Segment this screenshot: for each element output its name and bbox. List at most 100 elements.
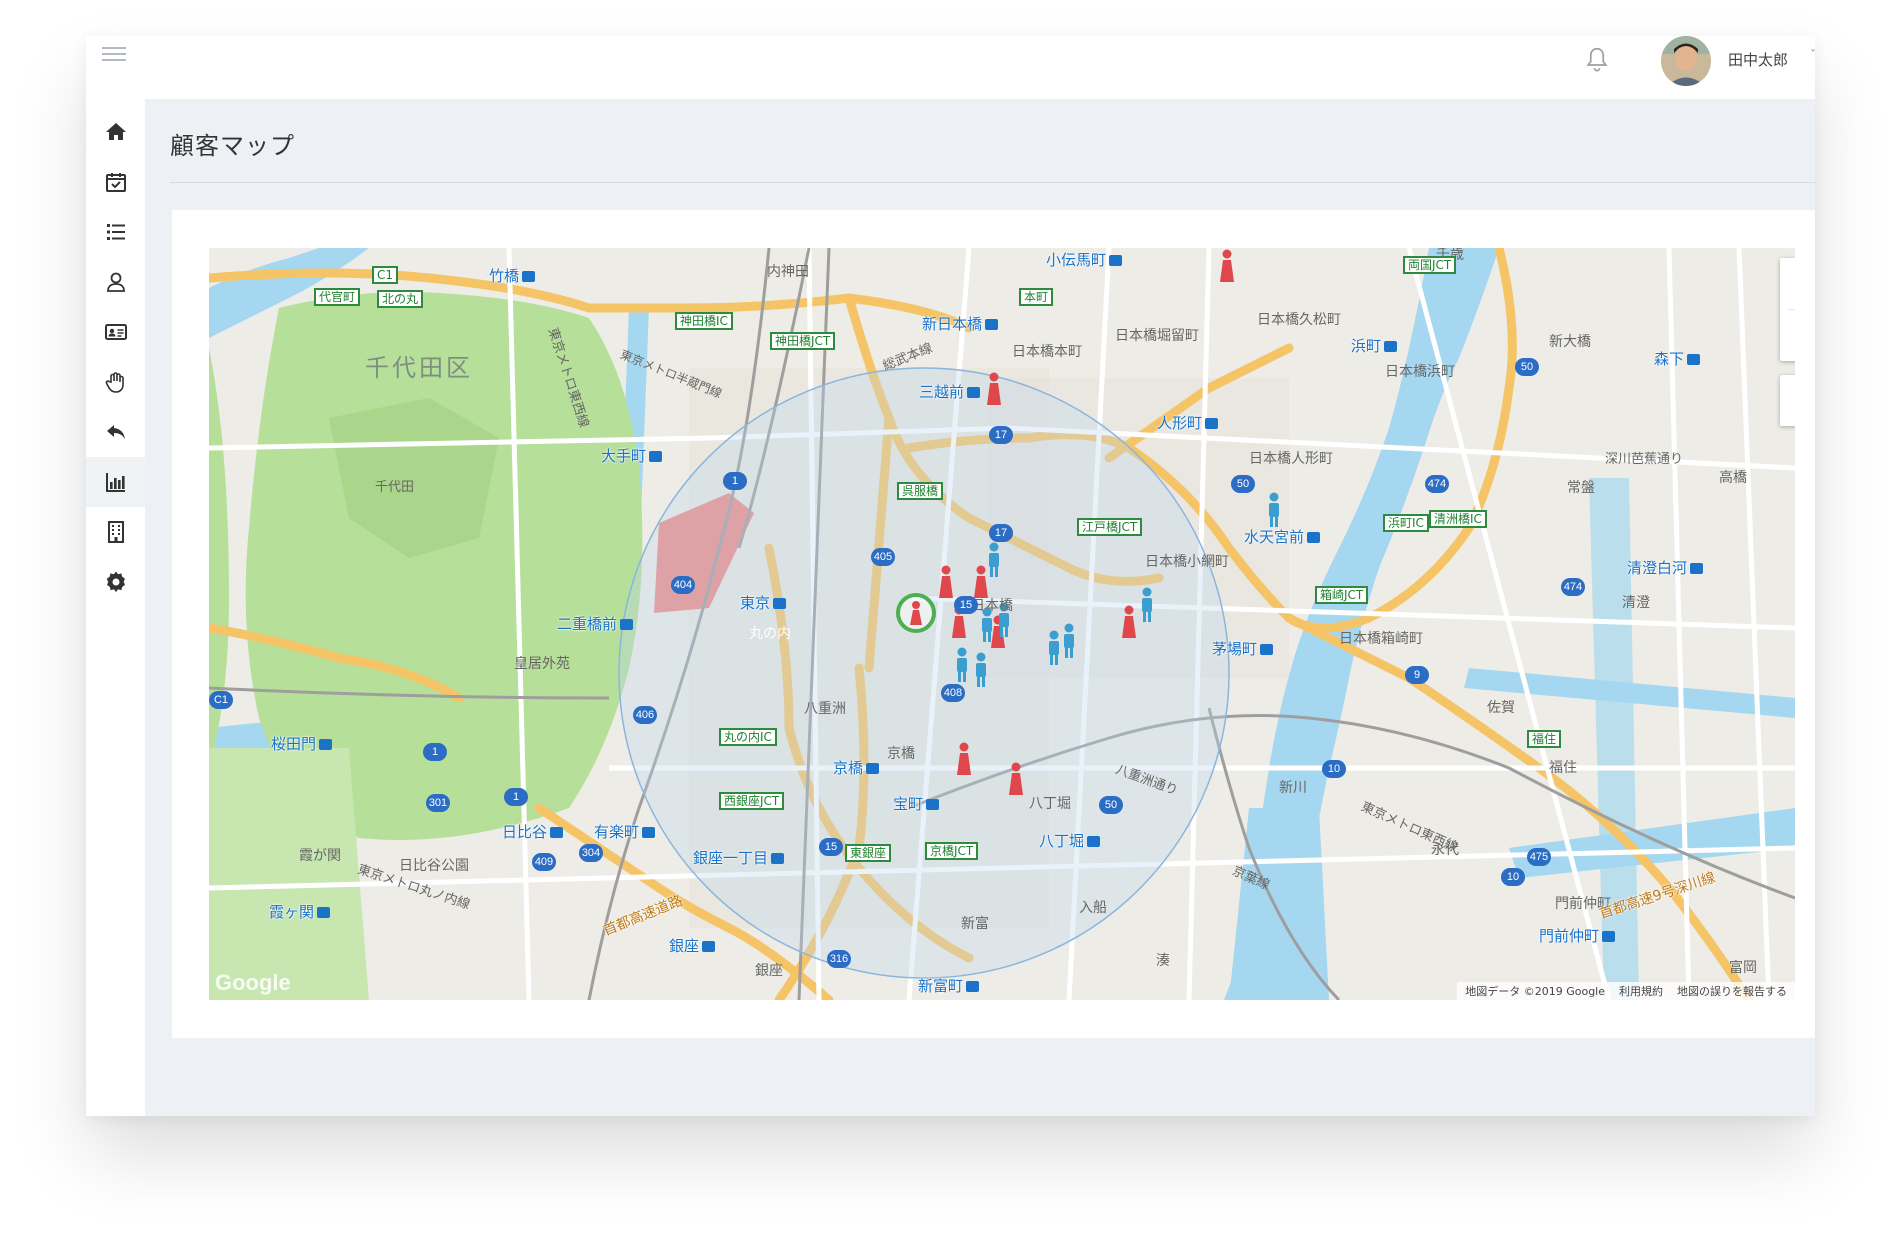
route-shield: 50: [1515, 358, 1539, 376]
map-label-tokiwa: 常盤: [1567, 480, 1595, 496]
map-label-nihonbashi-horidome: 日本橋堀留町: [1115, 328, 1199, 344]
user-avatar[interactable]: [1661, 36, 1711, 86]
route-shield: 10: [1501, 868, 1525, 886]
fullscreen-button[interactable]: [1780, 375, 1795, 426]
station-yurakucho[interactable]: 有楽町: [594, 824, 656, 840]
badge-kiyosubashi-ic: 清洲橋IC: [1429, 510, 1487, 528]
map-label-nihonbashi-hon: 日本橋本町: [1012, 344, 1082, 360]
map-label-chiyoda: 千代田区: [365, 354, 473, 382]
route-shield: 404: [671, 576, 695, 594]
station-otemachi[interactable]: 大手町: [601, 448, 663, 464]
sidebar-item-home[interactable]: [86, 107, 145, 157]
map-attribution: 地図データ ©2019 Google 利用規約 地図の誤りを報告する: [1457, 982, 1795, 1000]
station-monzen-nakacho[interactable]: 門前仲町: [1539, 928, 1616, 944]
station-ginza[interactable]: 銀座: [669, 938, 716, 954]
building-icon: [107, 521, 124, 543]
badge-kyobashi-jct: 京橋JCT: [925, 842, 979, 860]
station-morishita[interactable]: 森下: [1654, 351, 1701, 367]
map-label-fukagawa: 深川芭蕉通り: [1605, 452, 1684, 467]
station-suitengumae[interactable]: 水天宮前: [1244, 529, 1321, 545]
map-data-credit: 地図データ ©2019 Google: [1465, 985, 1605, 998]
sidebar-item-company[interactable]: [86, 507, 145, 557]
map-label-nihonbashi-ningyo: 日本橋人形町: [1249, 451, 1333, 467]
sidebar-item-analytics[interactable]: [86, 457, 145, 507]
badge-marunouchi-ic: 丸の内IC: [719, 728, 777, 746]
hand-icon: [105, 372, 124, 393]
map-label-takahashi: 高橋: [1719, 470, 1747, 486]
station-kodenmacho[interactable]: 小伝馬町: [1046, 252, 1123, 268]
route-shield: 405: [871, 548, 895, 566]
route-shield: 474: [1561, 578, 1585, 596]
reply-icon: [106, 425, 125, 439]
sidebar: [86, 99, 145, 1116]
route-shield: 408: [941, 684, 965, 702]
sidebar-item-schedule[interactable]: [86, 157, 145, 207]
route-shield: 50: [1231, 475, 1255, 493]
station-shin-nihonbashi[interactable]: 新日本橋: [922, 316, 999, 332]
notification-bell-icon[interactable]: [1582, 45, 1612, 75]
user-name[interactable]: 田中太郎: [1728, 49, 1788, 70]
selected-customer-marker: [896, 593, 936, 633]
badge-edobashi-jct: 江戸橋JCT: [1077, 518, 1143, 536]
station-tokyo[interactable]: 東京: [740, 595, 787, 611]
station-kyobashi[interactable]: 京橋: [833, 760, 880, 776]
customer-map[interactable]: 千代田区 千代田 皇居外苑 八重洲 丸の内 京橋 八丁堀 新川 新富 入船 湊 …: [209, 248, 1795, 1000]
badge-kitanomaru: 北の丸: [377, 290, 424, 308]
map-label-nihonbashi-koami: 日本橋小網町: [1145, 554, 1229, 570]
map-label-kasumigaseki: 霞が関: [299, 848, 341, 864]
badge-c1: C1: [372, 266, 399, 284]
station-kiyosumi-shirakawa[interactable]: 清澄白河: [1627, 560, 1704, 576]
route-shield: 1: [423, 743, 447, 761]
station-takebashi[interactable]: 竹橋: [489, 268, 536, 284]
station-ginza-itchome[interactable]: 銀座一丁目: [693, 850, 785, 866]
map-label-uchikanda: 内神田: [767, 264, 809, 280]
sidebar-item-customer[interactable]: [86, 257, 145, 307]
map-label-ginza: 銀座: [755, 963, 783, 979]
map-label-nihonbashi-hamacho: 日本橋浜町: [1385, 364, 1455, 380]
route-shield: 409: [532, 853, 556, 871]
station-mitsukoshimae[interactable]: 三越前: [919, 384, 981, 400]
badge-kanda-jct: 神田橋JCT: [770, 332, 836, 350]
station-sakuradamon[interactable]: 桜田門: [271, 736, 333, 752]
map-label-shinkawa: 新川: [1279, 780, 1307, 796]
route-shield: 9: [1405, 666, 1429, 684]
calendar-check-icon: [105, 173, 126, 192]
map-label-kyobashi-area: 京橋: [887, 746, 915, 762]
user-icon: [106, 272, 125, 292]
station-takaracho[interactable]: 宝町: [893, 796, 940, 812]
zoom-out-button[interactable]: −: [1780, 310, 1795, 361]
sidebar-item-list[interactable]: [86, 207, 145, 257]
map-label-kiyosumi: 清澄: [1622, 595, 1650, 611]
sidebar-item-replies[interactable]: [86, 407, 145, 457]
map-label-shintomi: 新富: [961, 916, 989, 932]
map-label-iriune: 入船: [1079, 900, 1107, 916]
sidebar-item-settings[interactable]: [86, 557, 145, 607]
station-kayabacho[interactable]: 茅場町: [1212, 641, 1274, 657]
station-nijubashimae[interactable]: 二重橋前: [557, 616, 634, 632]
badge-gofukubashi: 呉服橋: [897, 482, 944, 500]
app-window: 田中太郎 ˇ 顧客マップ 千代田区 千代田 皇居外苑 八重洲 丸の内 京橋 八丁…: [86, 36, 1815, 1116]
user-menu-caret-icon[interactable]: ˇ: [1810, 48, 1815, 62]
map-label-shin-ohashi: 新大橋: [1549, 334, 1591, 350]
sidebar-item-deals[interactable]: [86, 357, 145, 407]
terms-link[interactable]: 利用規約: [1619, 983, 1663, 999]
route-shield: 17: [989, 524, 1013, 542]
map-label-saga: 佐賀: [1487, 700, 1515, 716]
station-kasumigaseki[interactable]: 霞ヶ関: [269, 904, 331, 920]
list-icon: [106, 224, 125, 240]
zoom-in-button[interactable]: +: [1780, 258, 1795, 309]
sidebar-item-contacts[interactable]: [86, 307, 145, 357]
route-shield: 301: [426, 794, 450, 812]
map-label-hatchobori-area: 八丁堀: [1029, 796, 1071, 812]
station-hibiya[interactable]: 日比谷: [502, 824, 564, 840]
badge-nishiginza-jct: 西銀座JCT: [719, 792, 785, 810]
station-hatchobori[interactable]: 八丁堀: [1039, 833, 1101, 849]
map-label-kokyo-gaien: 皇居外苑: [514, 656, 570, 672]
badge-kandabashi-ic: 神田橋IC: [675, 312, 733, 330]
menu-toggle-icon[interactable]: [102, 47, 126, 67]
map-label-fukuzumi: 福住: [1549, 760, 1577, 776]
station-ningyocho[interactable]: 人形町: [1157, 415, 1219, 431]
report-error-link[interactable]: 地図の誤りを報告する: [1677, 983, 1787, 999]
station-shintomicho[interactable]: 新富町: [918, 978, 980, 994]
station-hamacho[interactable]: 浜町: [1351, 338, 1398, 354]
